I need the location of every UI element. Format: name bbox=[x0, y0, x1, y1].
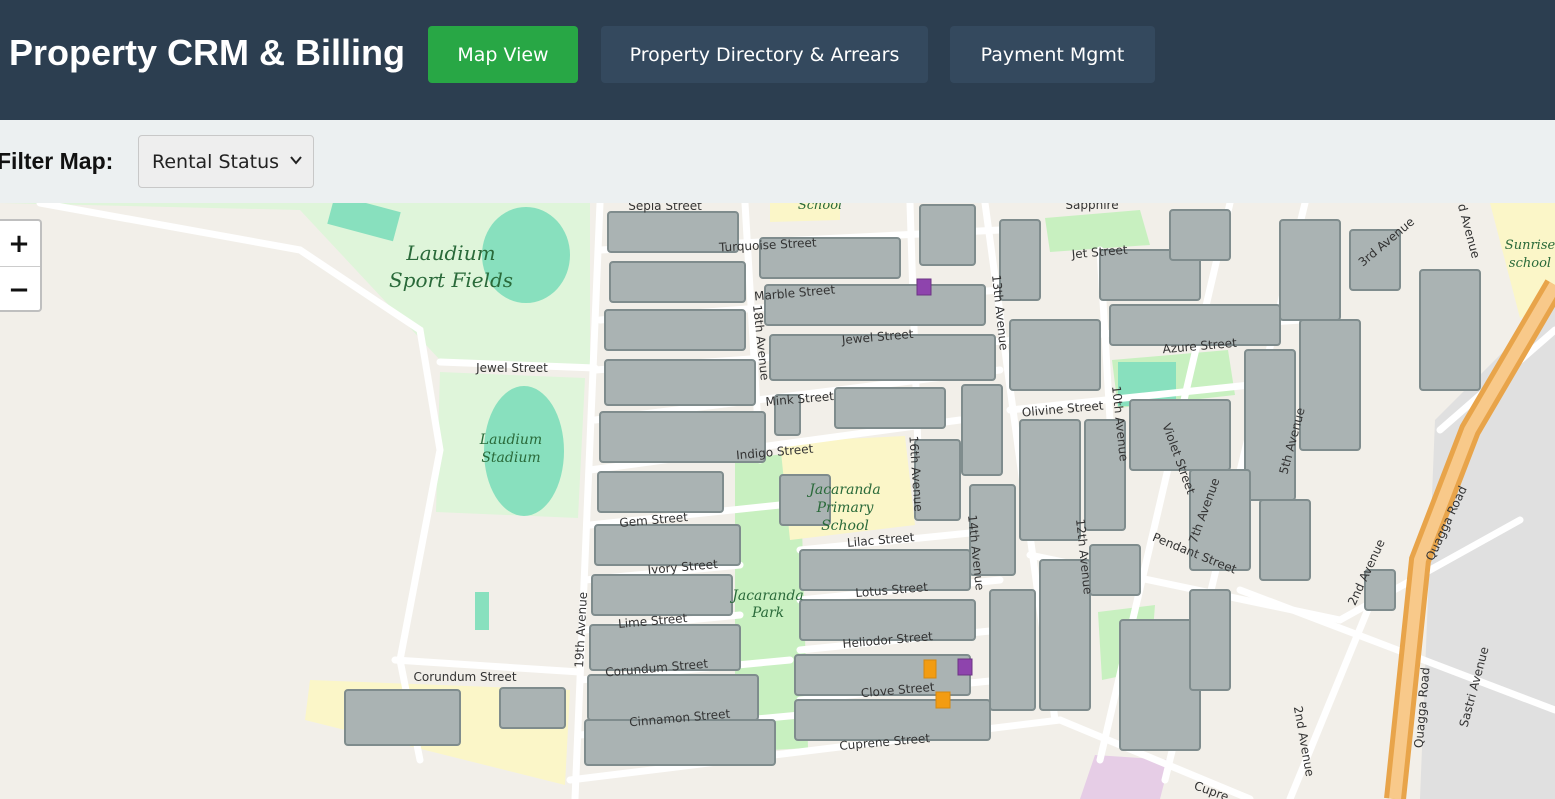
map-label-school-top: School bbox=[798, 203, 842, 213]
street-label: Olivine Street bbox=[1021, 398, 1104, 419]
property-marker-orange[interactable] bbox=[935, 691, 951, 709]
map-label-school: School bbox=[821, 518, 869, 534]
zoom-in-button[interactable]: + bbox=[0, 221, 40, 267]
map-label-school: Primary bbox=[816, 500, 875, 516]
map-tiles: Laudium Sport Fields Laudium Stadium Jac… bbox=[0, 203, 1555, 799]
map-label-park: Jacaranda bbox=[729, 588, 804, 604]
map-label-stadium: Stadium bbox=[481, 450, 540, 466]
property-marker-purple[interactable] bbox=[916, 278, 932, 296]
filter-map-select[interactable]: Rental Status bbox=[138, 135, 314, 188]
street-label: Sepia Street bbox=[628, 203, 702, 213]
nav-payment-mgmt-button[interactable]: Payment Mgmt bbox=[950, 26, 1155, 83]
property-marker-purple[interactable] bbox=[957, 658, 973, 676]
street-label: d Avenue bbox=[1455, 203, 1483, 260]
property-marker-orange[interactable] bbox=[923, 659, 937, 679]
field-small bbox=[475, 592, 489, 630]
filter-map-label: Filter Map: bbox=[0, 148, 114, 174]
nav-property-directory-button[interactable]: Property Directory & Arrears bbox=[601, 26, 928, 83]
map-label-sport-fields: Laudium bbox=[405, 241, 495, 265]
street-label: Corundum Street bbox=[413, 670, 516, 684]
map-label-sport-fields: Sport Fields bbox=[389, 268, 513, 292]
filter-selected-value: Rental Status bbox=[152, 150, 280, 173]
street-label: Sapphire bbox=[1065, 203, 1118, 212]
nav-map-view-button[interactable]: Map View bbox=[428, 26, 578, 83]
map-label-park: Park bbox=[751, 605, 784, 621]
map-canvas[interactable]: Laudium Sport Fields Laudium Stadium Jac… bbox=[0, 203, 1555, 799]
map-label-sunrise: Sunrise bbox=[1505, 238, 1555, 253]
chevron-down-icon bbox=[290, 156, 302, 165]
app-title: Property CRM & Billing bbox=[9, 32, 406, 73]
street-label: Mink Street bbox=[765, 389, 835, 409]
map-label-sunrise: school bbox=[1509, 256, 1551, 271]
map-label-stadium: Laudium bbox=[479, 432, 542, 448]
street-label: 19th Avenue bbox=[572, 591, 590, 668]
zoom-out-button[interactable]: − bbox=[0, 267, 40, 312]
zoom-control: + − bbox=[0, 219, 42, 312]
map-label-school: Jacaranda bbox=[806, 482, 881, 498]
street-label: Jewel Street bbox=[475, 361, 548, 375]
